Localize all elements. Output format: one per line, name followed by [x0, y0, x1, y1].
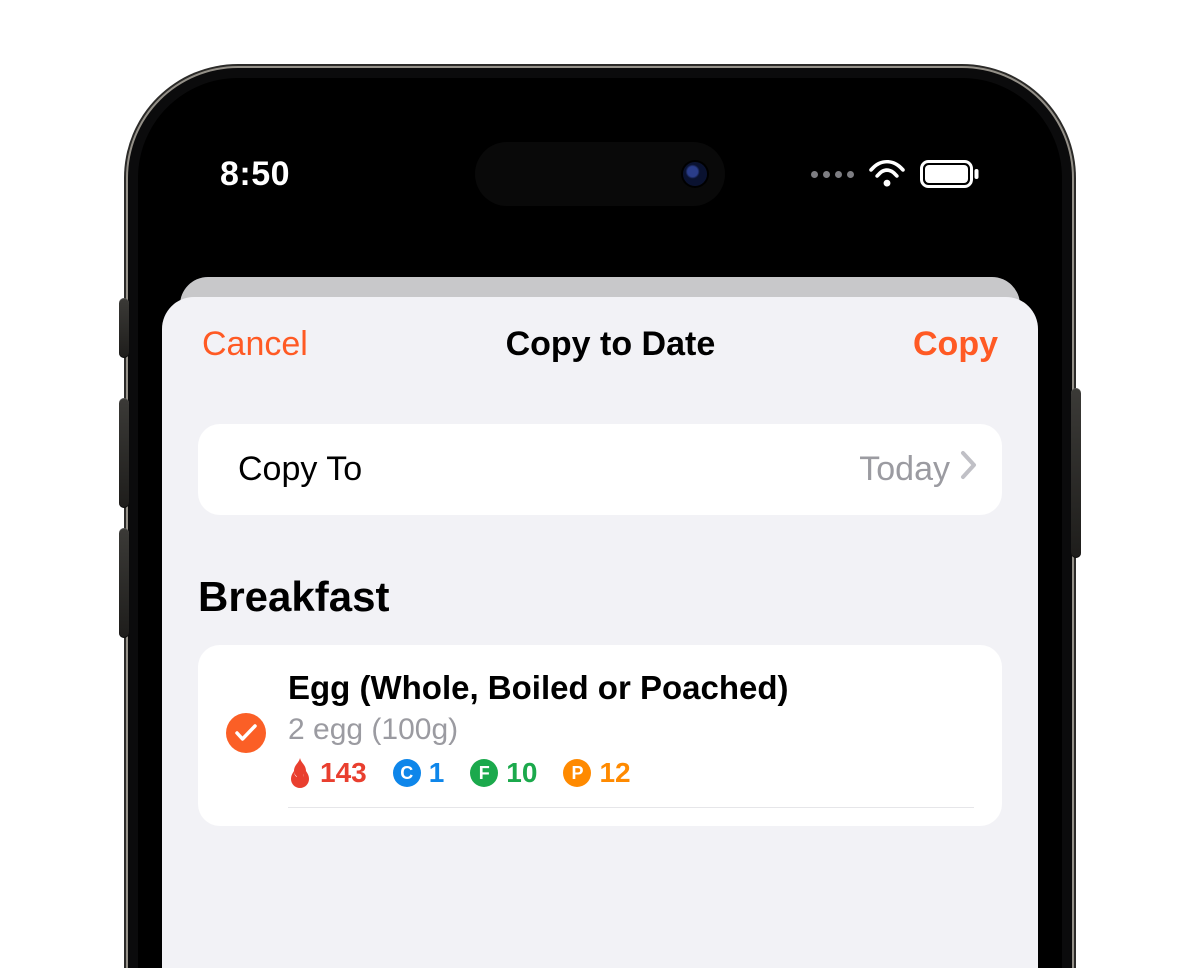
divider: [288, 807, 974, 808]
cellular-icon: [811, 171, 854, 178]
copy-to-value: Today: [859, 450, 950, 489]
carbs-value: 1: [429, 757, 445, 789]
screen: 8:50 Cancel Copy to Date: [162, 102, 1038, 968]
modal-sheet: Cancel Copy to Date Copy Copy To Today B…: [162, 297, 1038, 968]
camera-icon: [683, 162, 707, 186]
power-button: [1071, 388, 1081, 558]
status-time: 8:50: [220, 155, 290, 194]
cancel-button[interactable]: Cancel: [202, 325, 308, 364]
calories-value: 143: [320, 757, 367, 789]
mute-switch: [119, 298, 129, 358]
section-title-breakfast: Breakfast: [198, 573, 1002, 621]
protein-value: 12: [599, 757, 630, 789]
modal-title: Copy to Date: [506, 325, 716, 364]
copy-button[interactable]: Copy: [913, 325, 998, 364]
protein-badge: P: [563, 759, 591, 787]
copy-to-label: Copy To: [238, 450, 362, 489]
macros-row: 143 C 1 F 10: [288, 757, 974, 789]
food-items-card: Egg (Whole, Boiled or Poached) 2 egg (10…: [198, 645, 1002, 826]
fat-badge: F: [470, 759, 498, 787]
fat-value: 10: [506, 757, 537, 789]
wifi-icon: [868, 160, 906, 188]
volume-up-button: [119, 398, 129, 508]
food-title: Egg (Whole, Boiled or Poached): [288, 669, 974, 707]
checkmark-icon[interactable]: [226, 713, 266, 753]
food-subtitle: 2 egg (100g): [288, 713, 974, 747]
dynamic-island: [475, 142, 725, 206]
copy-to-row[interactable]: Copy To Today: [198, 424, 1002, 515]
battery-icon: [920, 160, 980, 188]
chevron-right-icon: [960, 450, 978, 489]
phone-frame: 8:50 Cancel Copy to Date: [128, 68, 1072, 968]
flame-icon: [288, 758, 312, 788]
volume-down-button: [119, 528, 129, 638]
nav-bar: Cancel Copy to Date Copy: [162, 297, 1038, 364]
carbs-badge: C: [393, 759, 421, 787]
list-item[interactable]: Egg (Whole, Boiled or Poached) 2 egg (10…: [226, 669, 974, 789]
